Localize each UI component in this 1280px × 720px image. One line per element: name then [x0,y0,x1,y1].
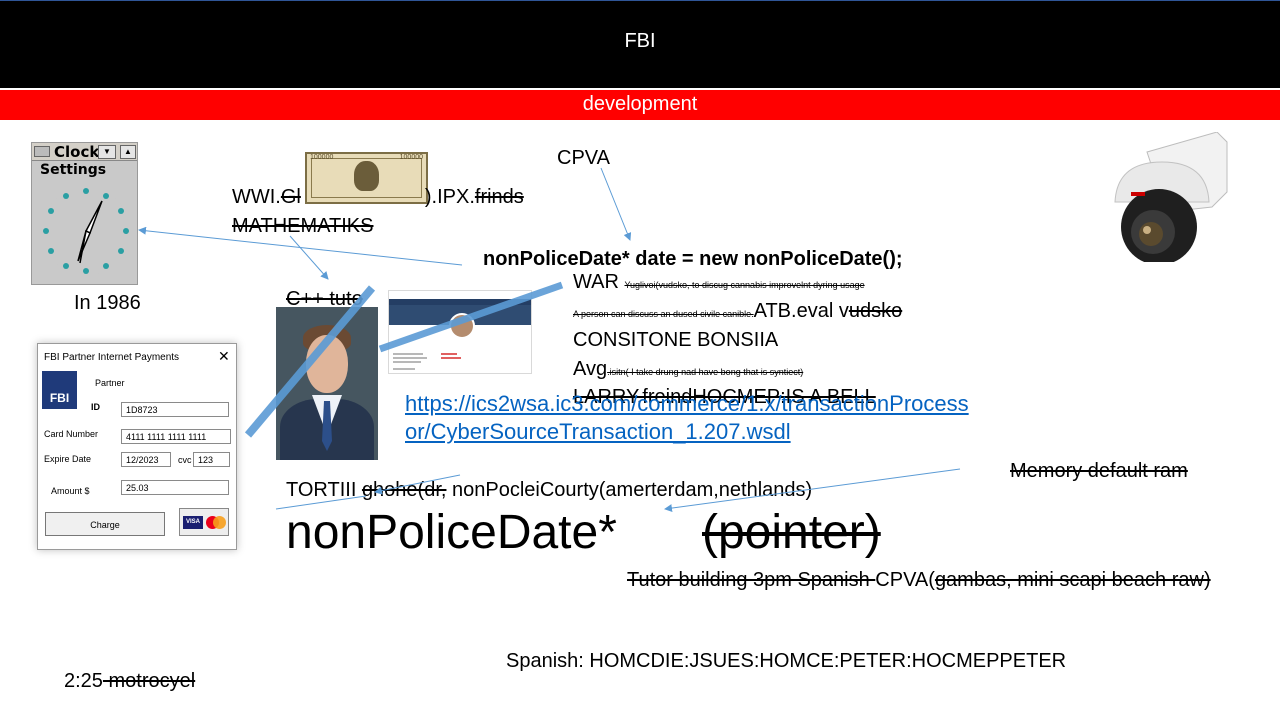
expire-date-field[interactable]: 12/2023 [121,452,171,467]
page-subtitle: development [582,93,698,115]
clock-face-icon [42,187,130,275]
id-field[interactable]: 1D8723 [121,402,229,417]
big-pointer-struck: (pointer) [702,506,881,559]
tutor-line: Tutor building 3pm Spanish CPVA(gambas, … [627,569,1211,591]
time-line: 2:25 motrocyel [64,670,196,692]
menu-icon[interactable] [34,146,50,157]
wsdl-link-line2[interactable]: or/CyberSourceTransaction_1.207.wsdl [405,418,791,446]
atb-eval-line: A person can discuss an dused civile can… [573,300,903,322]
consitone-text: CONSITONE BONSIIA [573,329,779,351]
big-pointer-text: nonPoliceDate* [286,506,617,559]
expire-date-label: Expire Date [44,454,92,464]
tortiii-line: TORTIII ghohe(dr, nonPocleiCourty(amerte… [286,479,813,501]
card-logos: VISA [179,508,229,536]
payment-dialog[interactable]: FBI Partner Internet Payments ✕ FBI Part… [37,343,237,550]
minimize-icon[interactable]: ▼ [98,145,116,159]
amount-label: Amount $ [51,486,90,496]
website-screenshot [388,290,532,374]
page-title: FBI [624,30,656,52]
card-number-field[interactable]: 4111 1111 1111 1111 [121,429,231,444]
clock-titlebar: Clock ▼ ▲ [32,143,137,161]
security-camera-icon [1114,132,1228,262]
clock-widget[interactable]: Clock ▼ ▲ Settings [31,142,138,285]
visa-icon: VISA [183,516,203,529]
memory-text: Memory default ram [1010,460,1188,482]
avg-line: Avg.isitn( I take drung nad have bong th… [573,358,804,380]
dialog-title: FBI Partner Internet Payments [44,352,180,363]
clock-caption: In 1986 [74,292,141,314]
fbi-seal-icon: FBI [42,371,77,409]
clock-title: Clock [54,143,100,161]
wsdl-link-line1[interactable]: https://ics2wsa.ic3.com/commerce/1.x/tra… [405,390,969,418]
partner-label: Partner [95,378,125,388]
code-line: nonPoliceDate* date = new nonPoliceDate(… [483,248,903,270]
cvc-label: cvc [178,455,192,465]
maximize-icon[interactable]: ▲ [120,145,136,159]
banknote-value: 100000 [310,154,334,161]
card-number-label: Card Number [44,429,99,439]
mathematiks-text: MATHEMATIKS [232,215,374,237]
close-icon[interactable]: ✕ [218,348,230,365]
profile-avatar [449,313,475,339]
spanish-line: Spanish: HOMCDIE:JSUES:HOMCE:PETER:HOCME… [506,650,1067,672]
banknote-value-right: 100000 [399,154,423,161]
id-label: ID [91,402,100,412]
clock-settings-menu[interactable]: Settings [40,162,106,178]
war-line: WAR Yuglivoi(vudsko, to discug cannabis … [573,271,865,293]
cpva-label: CPVA [557,147,610,169]
cvc-field[interactable]: 123 [193,452,230,467]
portrait-photo [276,307,378,460]
wwi-line: WWI.Gl).IPX.frinds [232,186,524,208]
charge-button[interactable]: Charge [45,512,165,536]
amount-field[interactable]: 25.03 [121,480,229,495]
